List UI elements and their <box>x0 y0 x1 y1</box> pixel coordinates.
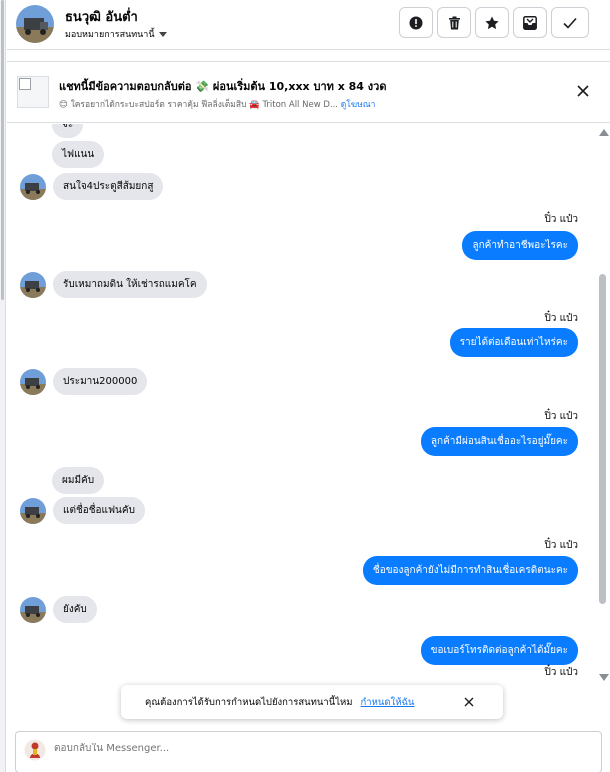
sender-name: ปิ๋ว แป๋ว <box>544 667 578 678</box>
message-incoming: แต่ชื่อชื่อแฟนคับ <box>20 497 145 524</box>
message-incoming: จ้ะ <box>52 124 84 138</box>
assign-prompt-text: คุณต้องการได้รับการกำหนดไปยังการสนทนานี้… <box>145 696 353 708</box>
thread-scrollbar[interactable] <box>596 124 610 684</box>
reply-composer <box>15 731 602 772</box>
sender-avatar[interactable] <box>20 596 46 623</box>
sender-avatar[interactable] <box>20 497 46 524</box>
message-outgoing: ขอเบอร์โทรติดต่อลูกค้าได้มั๊ยคะ <box>420 636 578 665</box>
assign-label: มอบหมายการสนทนานี้ <box>65 30 155 40</box>
left-panel-scrollbar[interactable] <box>0 0 6 772</box>
star-button[interactable] <box>475 7 509 38</box>
left-scroll-thumb[interactable] <box>1 0 4 300</box>
sender-name: ปิ๋ว แป๋ว <box>544 411 578 422</box>
contact-name: ธนวุฒิ อันต่ำ <box>65 10 138 25</box>
star-icon <box>485 16 499 29</box>
sender-avatar[interactable] <box>20 368 46 395</box>
banner-title: แชทนี้มีข้อความตอบกลับต่อ 💸 ผ่อนเริ่มต้น… <box>59 80 387 93</box>
conversation-header: ธนวุฒิ อันต่ำ มอบหมายการสนทนานี้ <box>7 0 610 50</box>
contact-avatar[interactable] <box>16 5 54 43</box>
assign-prompt-toast: คุณต้องการได้รับการกำหนดไปยังการสนทนานี้… <box>121 685 503 719</box>
ad-reply-banner: แชทนี้มีข้อความตอบกลับต่อ 💸 ผ่อนเริ่มต้น… <box>7 61 610 123</box>
message-incoming: ประมาน200000 <box>20 368 148 395</box>
mark-unread-button[interactable] <box>513 7 547 38</box>
reply-input[interactable] <box>54 743 354 754</box>
page-avatar <box>24 739 46 761</box>
mark-done-button[interactable] <box>551 7 589 38</box>
message-incoming: ผมมีคับ <box>52 467 105 494</box>
close-icon[interactable] <box>576 84 590 98</box>
message-outgoing: ลูกค้ามีผ่อนสินเชื่ออะไรอยู่มั๊ยคะ <box>420 427 578 456</box>
sender-avatar[interactable] <box>20 271 46 298</box>
message-incoming: ไฟแนน <box>52 141 105 168</box>
banner-subtitle: 😊 ใครอยากได้กระบะสปอร์ต ราคาคุ้ม ฟีลลิ่ง… <box>59 97 375 111</box>
banner-ad-text: 😊 ใครอยากได้กระบะสปอร์ต ราคาคุ้ม ฟีลลิ่ง… <box>59 100 339 110</box>
delete-button[interactable] <box>437 7 471 38</box>
message-bubble: ประมาน200000 <box>53 368 148 395</box>
message-bubble: สนใจ4ประตูสีส้มยกสู <box>53 173 164 200</box>
message-thread[interactable]: จ้ะ ไฟแนน สนใจ4ประตูสีส้มยกสู ปิ๋ว แป๋ว … <box>7 124 595 680</box>
message-outgoing: ลูกค้าทำอาชีพอะไรคะ <box>462 231 578 260</box>
scroll-thumb[interactable] <box>599 274 606 604</box>
alert-icon <box>409 16 423 29</box>
scroll-up-arrow-icon[interactable] <box>599 129 609 136</box>
ad-thumbnail[interactable] <box>17 76 49 108</box>
mail-icon <box>523 15 537 30</box>
message-bubble: แต่ชื่อชื่อแฟนคับ <box>53 497 145 524</box>
sender-name: ปิ๋ว แป๋ว <box>544 540 578 551</box>
message-bubble: รับเหมาถมดิน ให้เช่ารถแมคโค <box>53 271 207 298</box>
sender-name: ปิ๋ว แป๋ว <box>544 313 578 324</box>
sender-name: ปิ๋ว แป๋ว <box>544 214 578 225</box>
message-outgoing: รายได้ต่อเดือนเท่าไหร่คะ <box>449 328 578 357</box>
message-bubble: ไฟแนน <box>52 141 105 168</box>
report-button[interactable] <box>399 7 433 38</box>
assign-to-me-link[interactable]: กำหนดให้ฉัน <box>361 695 415 710</box>
message-incoming: สนใจ4ประตูสีส้มยกสู <box>20 173 164 200</box>
message-bubble: ผมมีคับ <box>52 467 105 494</box>
scroll-down-arrow-icon[interactable] <box>599 674 609 681</box>
message-bubble: ยังคับ <box>53 596 97 623</box>
check-icon <box>563 17 577 29</box>
message-incoming: รับเหมาถมดิน ให้เช่ารถแมคโค <box>20 271 207 298</box>
message-incoming: ยังคับ <box>20 596 97 623</box>
caret-down-icon <box>158 31 167 37</box>
message-outgoing: ชื่อของลูกค้ายังไม่มีการทำสินเชื่อเครดิต… <box>362 556 578 585</box>
assign-conversation-dropdown[interactable]: มอบหมายการสนทนานี้ <box>65 27 167 41</box>
sender-avatar[interactable] <box>20 173 46 200</box>
message-bubble: จ้ะ <box>52 124 84 138</box>
close-icon[interactable] <box>463 696 475 708</box>
trash-icon <box>448 16 460 29</box>
view-ad-link[interactable]: ดูโฆษณา <box>341 100 376 110</box>
